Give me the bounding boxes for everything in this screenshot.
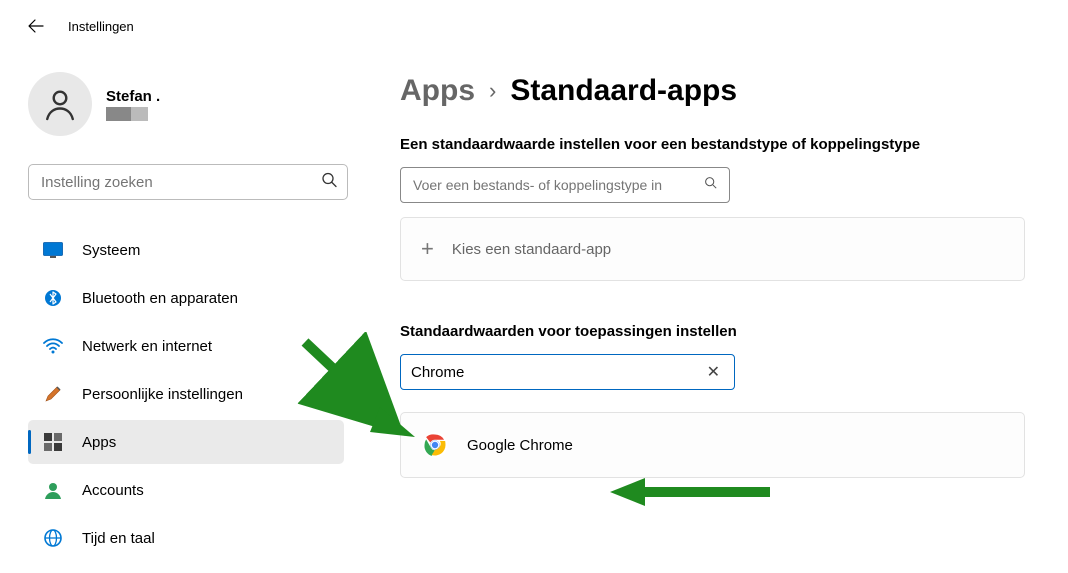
nav-label: Accounts xyxy=(82,482,144,499)
brush-icon xyxy=(42,383,64,405)
apps-icon xyxy=(42,431,64,453)
nav-label: Persoonlijke instellingen xyxy=(82,386,243,403)
avatar xyxy=(28,72,92,136)
search-icon xyxy=(321,172,337,193)
main-content: Apps › Standaard-apps Een standaardwaard… xyxy=(360,52,1068,573)
annotation-arrow-icon xyxy=(610,472,780,512)
nav-item-system[interactable]: Systeem xyxy=(28,228,344,272)
nav-list: Systeem Bluetooth en apparaten Netwerk e… xyxy=(28,228,344,560)
window-title: Instellingen xyxy=(68,19,134,34)
clear-button[interactable]: ✕ xyxy=(703,362,724,382)
nav-label: Systeem xyxy=(82,242,140,259)
sidebar-search-input[interactable] xyxy=(41,174,307,191)
filetype-search-input[interactable] xyxy=(413,177,698,193)
arrow-left-icon xyxy=(28,18,44,34)
person-icon xyxy=(42,86,78,122)
nav-item-personalization[interactable]: Persoonlijke instellingen xyxy=(28,372,344,416)
choose-default-panel[interactable]: + Kies een standaard-app xyxy=(400,217,1025,281)
sidebar: Stefan . Systeem Bluetooth en apparat xyxy=(0,52,360,573)
nav-label: Apps xyxy=(82,434,116,451)
wifi-icon xyxy=(42,335,64,357)
nav-item-accounts[interactable]: Accounts xyxy=(28,468,344,512)
title-bar: Instellingen xyxy=(0,0,1068,52)
nav-item-time-language[interactable]: Tijd en taal xyxy=(28,516,344,560)
choose-default-label: Kies een standaard-app xyxy=(452,241,611,258)
profile-name: Stefan . xyxy=(106,88,160,105)
nav-item-network[interactable]: Netwerk en internet xyxy=(28,324,344,368)
app-search-input[interactable] xyxy=(411,364,703,381)
search-icon xyxy=(704,176,717,194)
back-button[interactable] xyxy=(20,10,52,42)
nav-item-apps[interactable]: Apps xyxy=(28,420,344,464)
chrome-icon xyxy=(421,431,449,459)
nav-item-bluetooth[interactable]: Bluetooth en apparaten xyxy=(28,276,344,320)
breadcrumb: Apps › Standaard-apps xyxy=(400,74,1028,108)
breadcrumb-current: Standaard-apps xyxy=(510,74,737,108)
nav-label: Tijd en taal xyxy=(82,530,155,547)
profile-email-redacted xyxy=(106,107,148,121)
chevron-right-icon: › xyxy=(489,78,496,104)
globe-icon xyxy=(42,527,64,549)
plus-icon: + xyxy=(421,236,434,262)
search-result-chrome[interactable]: Google Chrome xyxy=(400,412,1025,478)
section-heading-appdefaults: Standaardwaarden voor toepassingen inste… xyxy=(400,323,1028,340)
sidebar-search[interactable] xyxy=(28,164,348,200)
bluetooth-icon xyxy=(42,287,64,309)
filetype-search[interactable] xyxy=(400,167,730,203)
nav-label: Bluetooth en apparaten xyxy=(82,290,238,307)
display-icon xyxy=(42,239,64,261)
app-search[interactable]: ✕ xyxy=(400,354,735,390)
account-icon xyxy=(42,479,64,501)
search-result-label: Google Chrome xyxy=(467,437,573,454)
breadcrumb-parent[interactable]: Apps xyxy=(400,74,475,108)
nav-label: Netwerk en internet xyxy=(82,338,212,355)
section-heading-filetype: Een standaardwaarde instellen voor een b… xyxy=(400,136,1028,153)
profile-block[interactable]: Stefan . xyxy=(28,72,344,136)
